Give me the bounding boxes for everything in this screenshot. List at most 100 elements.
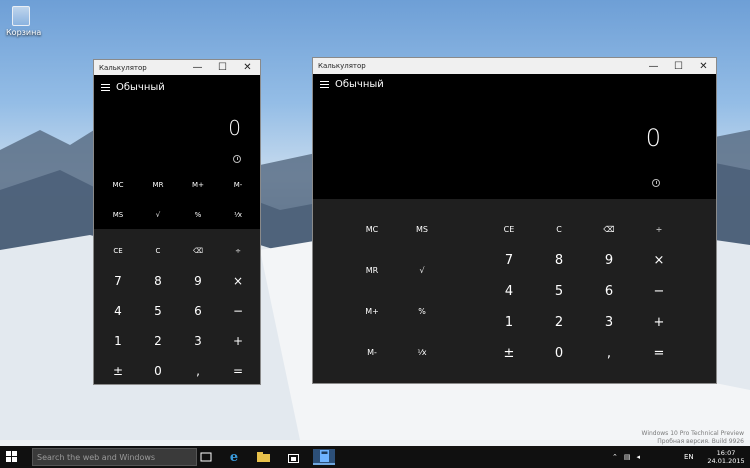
key-0[interactable]: 0 xyxy=(138,357,178,384)
key-8[interactable]: 8 xyxy=(138,267,178,295)
internet-explorer-icon[interactable]: e xyxy=(224,449,244,465)
mode-title: Обычный xyxy=(116,82,165,93)
display-value: 0 xyxy=(645,124,661,152)
recycle-bin-icon xyxy=(12,6,30,26)
title-bar[interactable]: Калькулятор — ☐ ✕ xyxy=(313,58,716,74)
window-title: Калькулятор xyxy=(99,63,147,72)
key-2[interactable]: 2 xyxy=(535,308,583,336)
recycle-bin-desktop-icon[interactable]: Корзина xyxy=(6,6,42,37)
key-m-[interactable]: M+ xyxy=(348,297,396,325)
key-reciprocal[interactable]: ¹⁄x xyxy=(398,338,446,366)
key-reciprocal[interactable]: ¹⁄x xyxy=(218,202,258,228)
language-indicator[interactable]: EN xyxy=(684,446,694,468)
calculator-window-small: Калькулятор — ☐ ✕ Обычный 0 MC MR M+ M- MS √%… xyxy=(93,59,261,385)
close-button[interactable]: ✕ xyxy=(235,60,260,75)
key-sqrt[interactable]: √ xyxy=(398,256,446,284)
clock[interactable]: 16:07 24.01.2015 xyxy=(706,449,746,465)
key-mc[interactable]: MC xyxy=(98,172,138,198)
display-value: 0 xyxy=(228,116,241,140)
key-6[interactable]: 6 xyxy=(585,277,633,305)
key-ce[interactable]: CE xyxy=(98,237,138,265)
key-ce[interactable]: CE xyxy=(485,215,533,243)
key-multiply[interactable]: × xyxy=(218,267,258,295)
minimize-button[interactable]: — xyxy=(641,58,666,74)
key-negate[interactable]: ± xyxy=(98,357,138,384)
volume-icon[interactable]: ◂ xyxy=(637,453,641,461)
key-mr[interactable]: MR xyxy=(348,256,396,284)
key-subtract[interactable]: − xyxy=(635,277,683,305)
menu-header: Обычный xyxy=(320,79,384,90)
key-ms[interactable]: MS xyxy=(98,202,138,228)
key-mr[interactable]: MR xyxy=(138,172,178,198)
key-backspace[interactable]: ⌫ xyxy=(178,237,218,265)
key-5[interactable]: 5 xyxy=(138,297,178,325)
key-subtract[interactable]: − xyxy=(218,297,258,325)
store-icon[interactable] xyxy=(283,449,303,465)
hamburger-menu-icon[interactable] xyxy=(320,79,329,90)
key-decimal[interactable]: , xyxy=(178,357,218,384)
key-backspace[interactable]: ⌫ xyxy=(585,215,633,243)
calculator-window-large: Калькулятор — ☐ ✕ Обычный 0 MC MS MR √ M+% M-… xyxy=(312,57,717,384)
key-add[interactable]: + xyxy=(635,308,683,336)
start-windows-icon[interactable] xyxy=(6,451,18,463)
key-mc[interactable]: MC xyxy=(348,215,396,243)
title-bar[interactable]: Калькулятор — ☐ ✕ xyxy=(94,60,260,75)
network-icon[interactable]: ▤ xyxy=(624,453,631,461)
key-c[interactable]: C xyxy=(535,215,583,243)
key-3[interactable]: 3 xyxy=(585,308,633,336)
search-placeholder: Search the web and Windows xyxy=(37,452,156,462)
history-icon[interactable] xyxy=(233,155,241,163)
minimize-button[interactable]: — xyxy=(185,60,210,75)
clock-date: 24.01.2015 xyxy=(707,457,745,465)
window-title: Калькулятор xyxy=(318,62,366,70)
hamburger-menu-icon[interactable] xyxy=(101,82,110,93)
key-4[interactable]: 4 xyxy=(485,277,533,305)
maximize-button[interactable]: ☐ xyxy=(666,58,691,74)
recycle-bin-label: Корзина xyxy=(6,28,42,37)
build-watermark: Windows 10 Pro Technical Preview Пробная… xyxy=(642,430,744,446)
key-decimal[interactable]: , xyxy=(585,339,633,367)
key-1[interactable]: 1 xyxy=(98,327,138,355)
key-9[interactable]: 9 xyxy=(178,267,218,295)
key-2[interactable]: 2 xyxy=(138,327,178,355)
key-ms[interactable]: MS xyxy=(398,215,446,243)
key-multiply[interactable]: × xyxy=(635,246,683,274)
key-divide[interactable]: ÷ xyxy=(218,237,258,265)
maximize-button[interactable]: ☐ xyxy=(210,60,235,75)
key-divide[interactable]: ÷ xyxy=(635,215,683,243)
watermark-line-1: Windows 10 Pro Technical Preview xyxy=(641,430,744,437)
close-button[interactable]: ✕ xyxy=(691,58,716,74)
key-0[interactable]: 0 xyxy=(535,339,583,367)
watermark-line-2: Пробная версия. Build 9926 xyxy=(657,438,744,445)
menu-header: Обычный xyxy=(101,82,165,93)
key-equals[interactable]: = xyxy=(635,339,683,367)
taskbar: Search the web and Windows e ⌃ ▤ ◂ EN 16… xyxy=(0,446,750,468)
key-3[interactable]: 3 xyxy=(178,327,218,355)
key-equals[interactable]: = xyxy=(218,357,258,384)
key-4[interactable]: 4 xyxy=(98,297,138,325)
task-view-icon[interactable] xyxy=(196,449,216,465)
search-input[interactable]: Search the web and Windows xyxy=(32,448,197,466)
key-8[interactable]: 8 xyxy=(535,246,583,274)
key-9[interactable]: 9 xyxy=(585,246,633,274)
clock-time: 16:07 xyxy=(716,449,736,457)
key-percent[interactable]: % xyxy=(178,202,218,228)
tray-icons: ⌃ ▤ ◂ xyxy=(612,446,648,468)
key-m-[interactable]: M- xyxy=(348,338,396,366)
key-add[interactable]: + xyxy=(218,327,258,355)
notification-icon[interactable]: ⌃ xyxy=(612,453,618,461)
key-percent[interactable]: % xyxy=(398,297,446,325)
key-6[interactable]: 6 xyxy=(178,297,218,325)
key-m-[interactable]: M- xyxy=(218,172,258,198)
key-7[interactable]: 7 xyxy=(98,267,138,295)
key-m-[interactable]: M+ xyxy=(178,172,218,198)
key-sqrt[interactable]: √ xyxy=(138,202,178,228)
key-7[interactable]: 7 xyxy=(485,246,533,274)
key-1[interactable]: 1 xyxy=(485,308,533,336)
file-explorer-icon[interactable] xyxy=(253,449,273,465)
key-negate[interactable]: ± xyxy=(485,339,533,367)
key-c[interactable]: C xyxy=(138,237,178,265)
history-icon[interactable] xyxy=(652,179,660,187)
key-5[interactable]: 5 xyxy=(535,277,583,305)
calculator-taskbar-icon[interactable] xyxy=(313,449,335,465)
